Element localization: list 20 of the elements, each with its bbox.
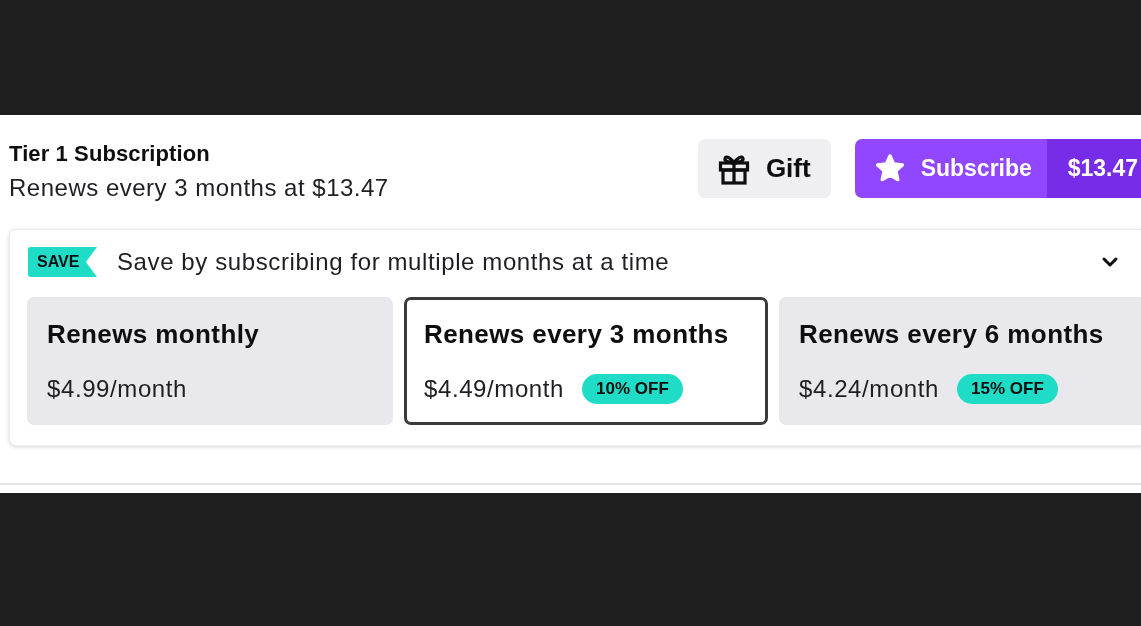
plan-price: $4.49/month — [424, 374, 565, 404]
tier-title: Tier 1 Subscription — [9, 141, 211, 167]
subscribe-price[interactable]: $13.47 — [1046, 139, 1141, 198]
plan-price: $4.99/month — [47, 374, 188, 404]
discount-badge: 10% OFF — [582, 374, 683, 404]
renewal-text: Renews every 3 months at $13.47 — [9, 173, 389, 203]
plan-option[interactable]: Renews every 3 months $4.49/month 10% OFF — [404, 297, 768, 425]
gift-icon — [717, 152, 750, 185]
discount-badge: 15% OFF — [957, 374, 1058, 404]
plan-option[interactable]: Renews monthly $4.99/month — [27, 297, 393, 425]
save-ribbon: SAVE — [28, 247, 97, 277]
star-icon — [873, 153, 906, 184]
plan-title: Renews every 6 months — [799, 319, 1105, 349]
plan-option[interactable]: Renews every 6 months $4.24/month 15% OFF — [779, 297, 1141, 425]
plan-price: $4.24/month — [799, 374, 940, 404]
plan-title: Renews monthly — [47, 319, 261, 349]
savings-message: Save by subscribing for multiple months at a time — [117, 248, 671, 276]
subscribe-button[interactable]: Subscribe — [854, 139, 1047, 198]
gift-button[interactable]: Gift — [697, 139, 831, 198]
plan-title: Renews every 3 months — [424, 319, 730, 349]
